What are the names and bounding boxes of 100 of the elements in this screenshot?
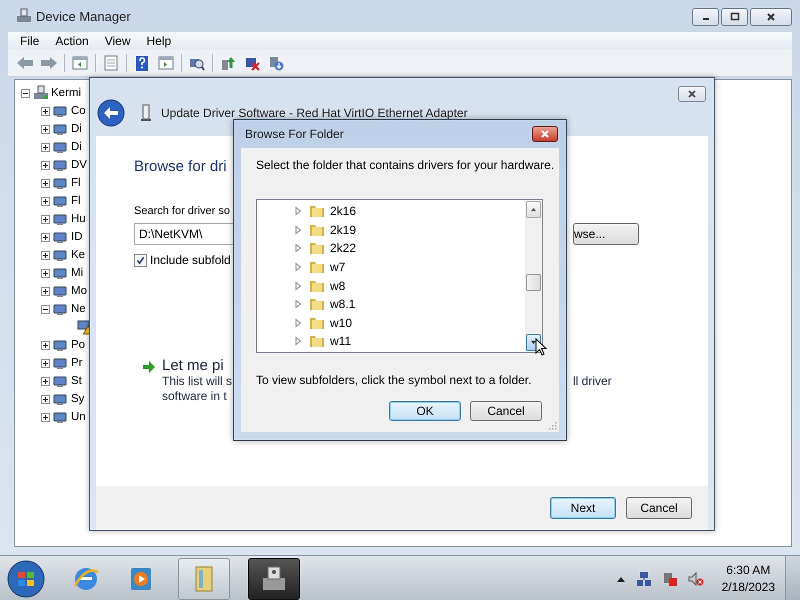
folder-item[interactable]: w11 xyxy=(330,334,352,348)
clock-time: 6:30 AM xyxy=(726,562,770,578)
document-icon[interactable] xyxy=(102,55,120,71)
expand-toggle[interactable] xyxy=(41,358,50,368)
expand-arrow-icon[interactable] xyxy=(294,299,302,310)
expand-toggle[interactable] xyxy=(41,394,50,404)
tree-item[interactable]: Un xyxy=(71,411,86,423)
tree-item[interactable]: St xyxy=(71,375,82,387)
scrollbar-thumb[interactable] xyxy=(526,274,541,291)
wizard-title: Update Driver Software - Red Hat VirtIO Ethernet Adapter xyxy=(161,106,468,120)
tree-item[interactable]: Ne xyxy=(71,303,86,315)
update-icon[interactable] xyxy=(219,55,237,71)
back-button-icon[interactable] xyxy=(97,99,125,127)
expand-toggle[interactable] xyxy=(41,268,50,278)
tree-item[interactable]: Fl xyxy=(71,195,81,207)
folder-icon xyxy=(309,203,325,220)
computer-icon xyxy=(16,8,32,24)
expand-arrow-icon[interactable] xyxy=(294,243,302,254)
menu-item[interactable]: File xyxy=(14,34,46,48)
explorer-taskbar-button[interactable] xyxy=(178,558,230,600)
folder-item[interactable]: w8.1 xyxy=(330,297,356,312)
expand-toggle[interactable] xyxy=(41,214,50,224)
tree-item[interactable]: Fl xyxy=(71,177,81,189)
expand-toggle[interactable] xyxy=(41,250,50,260)
panel-icon[interactable] xyxy=(71,55,89,71)
expand-toggle[interactable] xyxy=(41,160,50,170)
tree-item[interactable]: Mo xyxy=(71,285,87,297)
tree-item[interactable]: Kermi xyxy=(51,87,82,99)
expand-toggle[interactable] xyxy=(41,232,50,242)
expand-toggle[interactable] xyxy=(41,124,50,134)
speaker-muted-icon[interactable] xyxy=(688,570,704,586)
expand-toggle[interactable] xyxy=(41,106,50,116)
folder-item[interactable]: w8 xyxy=(330,278,346,293)
tree-item[interactable]: Sy xyxy=(71,393,84,405)
resize-grip-icon[interactable] xyxy=(549,422,557,430)
minimize-button[interactable] xyxy=(692,8,719,26)
back-arrow-icon[interactable] xyxy=(16,55,34,71)
expand-toggle[interactable] xyxy=(41,376,50,386)
folder-item[interactable]: w10 xyxy=(330,316,352,330)
folder-item[interactable]: 2k22 xyxy=(330,241,356,256)
menu-item[interactable]: Action xyxy=(49,34,95,48)
scroll-up-button[interactable] xyxy=(526,201,541,218)
disable-icon[interactable] xyxy=(243,55,261,71)
expand-arrow-icon[interactable] xyxy=(294,336,302,346)
option-description: This list will s xyxy=(162,374,232,389)
folder-item[interactable]: 2k16 xyxy=(330,204,356,218)
menu-item[interactable]: Help xyxy=(140,34,178,48)
forward-arrow-icon[interactable] xyxy=(40,55,58,71)
show-hidden-icons-icon[interactable] xyxy=(616,574,626,582)
expand-toggle[interactable] xyxy=(41,412,50,422)
field-label: Search for driver so xyxy=(134,205,230,217)
tree-item[interactable]: Po xyxy=(71,339,86,351)
device-manager-taskbar-button[interactable] xyxy=(248,558,300,600)
expand-arrow-icon[interactable] xyxy=(294,224,302,235)
clock[interactable]: 6:30 AM 2/18/2023 xyxy=(722,562,775,596)
tree-item[interactable]: DV xyxy=(71,159,87,171)
help-icon[interactable] xyxy=(133,55,151,71)
tree-item[interactable]: ID xyxy=(71,231,82,243)
tree-item[interactable]: Di xyxy=(71,141,82,153)
expand-toggle[interactable] xyxy=(41,286,50,296)
tree-item[interactable]: Co xyxy=(71,105,86,117)
wizard-heading: Browse for dri xyxy=(134,158,227,175)
expand-toggle[interactable] xyxy=(41,178,50,188)
panel-icon[interactable] xyxy=(157,55,175,71)
folder-item[interactable]: w7 xyxy=(330,260,346,274)
expand-arrow-icon[interactable] xyxy=(294,262,302,272)
close-button[interactable] xyxy=(678,86,706,102)
expand-toggle[interactable] xyxy=(41,142,50,152)
expand-arrow-icon[interactable] xyxy=(294,318,302,328)
folder-icon xyxy=(309,259,325,276)
close-button[interactable] xyxy=(750,8,792,26)
uninstall-icon[interactable] xyxy=(267,55,285,71)
tree-item[interactable]: Mi xyxy=(71,267,84,279)
network-icon[interactable] xyxy=(636,570,652,586)
expand-arrow-icon[interactable] xyxy=(294,280,302,291)
start-button[interactable] xyxy=(6,558,46,598)
ok-button[interactable]: OK xyxy=(389,401,461,421)
cancel-button[interactable]: Cancel xyxy=(470,401,542,421)
dialog-title: Browse For Folder xyxy=(245,127,344,141)
browse-button[interactable]: wse... xyxy=(573,223,639,245)
collapse-toggle[interactable] xyxy=(41,304,50,314)
maximize-button[interactable] xyxy=(721,8,748,26)
option-description: ll driver xyxy=(573,374,612,389)
next-button[interactable]: Next xyxy=(550,497,616,519)
maximize-icon xyxy=(730,12,740,22)
folder-item[interactable]: 2k19 xyxy=(330,222,356,237)
option-link[interactable]: Let me pi xyxy=(162,357,232,374)
expand-toggle[interactable] xyxy=(41,196,50,206)
expand-arrow-icon[interactable] xyxy=(294,206,302,216)
checkbox-label[interactable]: Include subfold xyxy=(150,253,231,267)
checkbox[interactable] xyxy=(134,254,147,266)
collapse-toggle[interactable] xyxy=(21,88,30,98)
tree-item[interactable]: Ke xyxy=(71,249,86,261)
close-button[interactable] xyxy=(532,126,558,142)
cancel-button[interactable]: Cancel xyxy=(626,497,692,519)
menu-item[interactable]: View xyxy=(98,34,136,48)
tree-item[interactable]: Pr xyxy=(71,357,82,369)
expand-toggle[interactable] xyxy=(41,340,50,350)
tree-item[interactable]: Hu xyxy=(71,213,86,225)
tree-item[interactable]: Di xyxy=(71,123,82,135)
